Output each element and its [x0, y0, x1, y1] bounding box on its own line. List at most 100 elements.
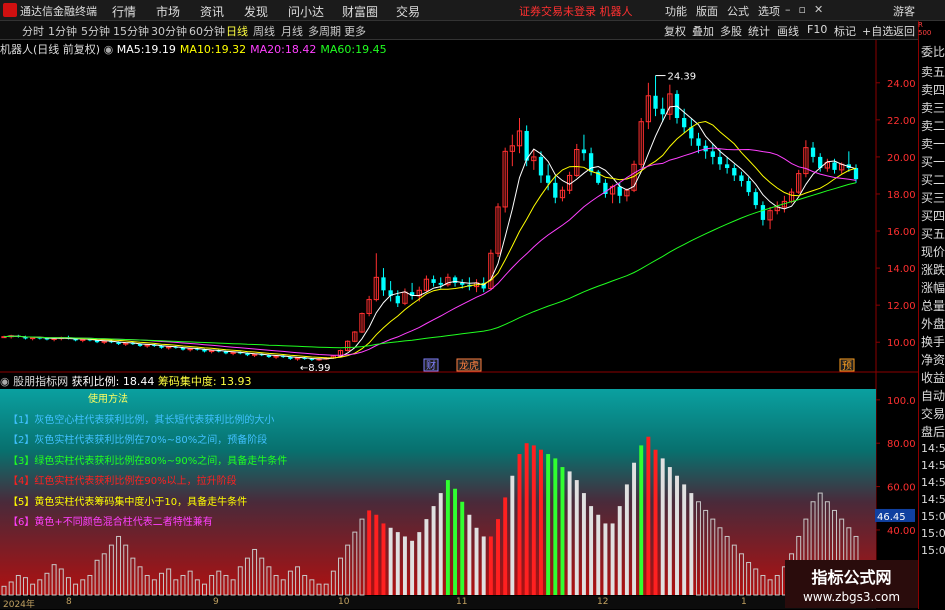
ratio-bar: [567, 471, 572, 595]
date-label: 12: [597, 597, 609, 607]
candle-body: [294, 357, 301, 360]
rp-time: 15:00: [921, 527, 945, 540]
ratio-bar: [539, 449, 543, 595]
rp-time: 14:56: [921, 493, 945, 506]
ratio-bar: [510, 475, 515, 595]
ratio-bar: [574, 480, 579, 595]
rp-time: 14:56: [921, 442, 945, 455]
ind-tick-label: 60.00: [887, 483, 916, 494]
rp-corner: R 500: [918, 21, 931, 37]
candle-body: [617, 186, 622, 196]
candle-body: [832, 162, 837, 170]
date-label: 1: [741, 597, 747, 607]
ratio-bar: [431, 506, 436, 595]
candle-body: [746, 181, 751, 193]
candle-body: [538, 156, 544, 176]
quote-side-panel: 委比 卖五 卖四 卖三 卖二 卖一 买一 买二 买三 买四 买五 现价 涨跌 涨…: [918, 21, 945, 609]
rp-item: 买五: [921, 227, 945, 241]
ratio-bar: [467, 514, 472, 595]
ma20-line: [3, 147, 857, 356]
legend-item: 【2】灰色实柱代表获利比例在70%~80%之间，预备阶段: [8, 435, 268, 446]
rp-item: 外盘: [921, 317, 945, 331]
rp-item: 卖四: [921, 83, 945, 97]
candle-body: [553, 182, 558, 198]
ratio-bar: [445, 480, 450, 595]
ratio-bar: [632, 462, 637, 595]
legend-title: 使用方法: [88, 394, 128, 405]
legend-item: 【4】红色实柱代表获利比例在90%以上，拉升阶段: [8, 476, 237, 487]
candle-body: [760, 205, 766, 220]
candle-body: [101, 340, 107, 343]
candle-body: [29, 337, 36, 340]
candle-body: [395, 295, 400, 304]
ratio-bar: [660, 458, 665, 595]
price-tick-label: 22.00: [887, 116, 916, 127]
ratio-bar: [481, 536, 486, 595]
price-tick-label: 14.00: [887, 264, 916, 275]
ratio-bar: [488, 536, 493, 595]
candle-body: [431, 279, 436, 283]
candle-body: [653, 95, 658, 109]
rp-item: 卖一: [921, 137, 945, 151]
candle-body: [230, 351, 236, 354]
rp-item: 净资: [921, 353, 945, 367]
rp-item: 换手: [921, 335, 945, 349]
current-value-label: 46.45: [877, 512, 906, 523]
conc-value: 13.93: [220, 375, 252, 388]
ratio-bar: [596, 514, 601, 595]
rp-item: 现价: [921, 245, 945, 259]
ratio-bar: [682, 484, 687, 595]
candle-body: [524, 130, 529, 161]
conc-label: 筹码集中度:: [157, 375, 217, 388]
candle-body: [853, 168, 859, 180]
ratio-bar: [367, 510, 372, 595]
rp-item: 买四: [921, 209, 945, 223]
legend-item: 【6】黄色+不同颜色混合柱代表二者特性兼有: [8, 517, 213, 528]
price-tick-label: 18.00: [887, 190, 916, 201]
rp-item: 卖五: [921, 65, 945, 79]
candle-body: [696, 138, 701, 146]
ratio-bar: [653, 449, 658, 595]
rp-item: 总量: [921, 299, 945, 313]
rp-item[interactable]: 委比: [921, 45, 945, 59]
ratio-bar: [589, 506, 594, 595]
ratio-bar: [646, 436, 651, 595]
rp-item[interactable]: 盘后: [921, 425, 945, 439]
ratio-bar: [381, 523, 386, 595]
price-tick-label: 24.00: [887, 79, 916, 90]
price-tick-label: 10.00: [887, 338, 916, 349]
candle-body: [273, 355, 279, 358]
rp-time: 15:00: [921, 544, 945, 557]
high-price-label: 24.39: [668, 72, 697, 83]
candle-body: [739, 175, 744, 181]
rp-item[interactable]: 自动: [921, 389, 945, 403]
candle-body: [251, 353, 258, 356]
indicator-name: 股朋指标网: [13, 375, 69, 388]
ratio-bar: [546, 454, 551, 595]
ind-tick-label: 40.00: [887, 526, 916, 537]
ratio-bar: [474, 527, 479, 595]
ratio-bar: [453, 488, 458, 595]
rp-item: 卖三: [921, 101, 945, 115]
candle-body: [753, 192, 758, 206]
rp-corner-500: 500: [918, 29, 932, 37]
rp-item: 买一: [921, 155, 945, 169]
ratio-bar: [689, 493, 694, 595]
ratio-bar: [553, 458, 558, 595]
ratio-bar: [395, 532, 400, 595]
ratio-bar: [438, 493, 443, 595]
ma10-line: [3, 120, 857, 359]
candle-body: [166, 346, 172, 349]
ratio-bar: [531, 445, 536, 595]
date-label: 10: [338, 597, 350, 607]
indicator-settings-icon[interactable]: ◉: [0, 375, 10, 388]
candle-body: [123, 342, 129, 345]
ratio-bar: [560, 467, 565, 595]
ma5-line: [3, 105, 857, 360]
rp-item[interactable]: 交易: [921, 407, 945, 421]
ratio-bar: [675, 475, 679, 595]
date-label: 8: [66, 597, 72, 607]
price-tick-label: 16.00: [887, 227, 916, 238]
candle-body: [438, 282, 443, 285]
ratio-bar: [424, 519, 429, 595]
